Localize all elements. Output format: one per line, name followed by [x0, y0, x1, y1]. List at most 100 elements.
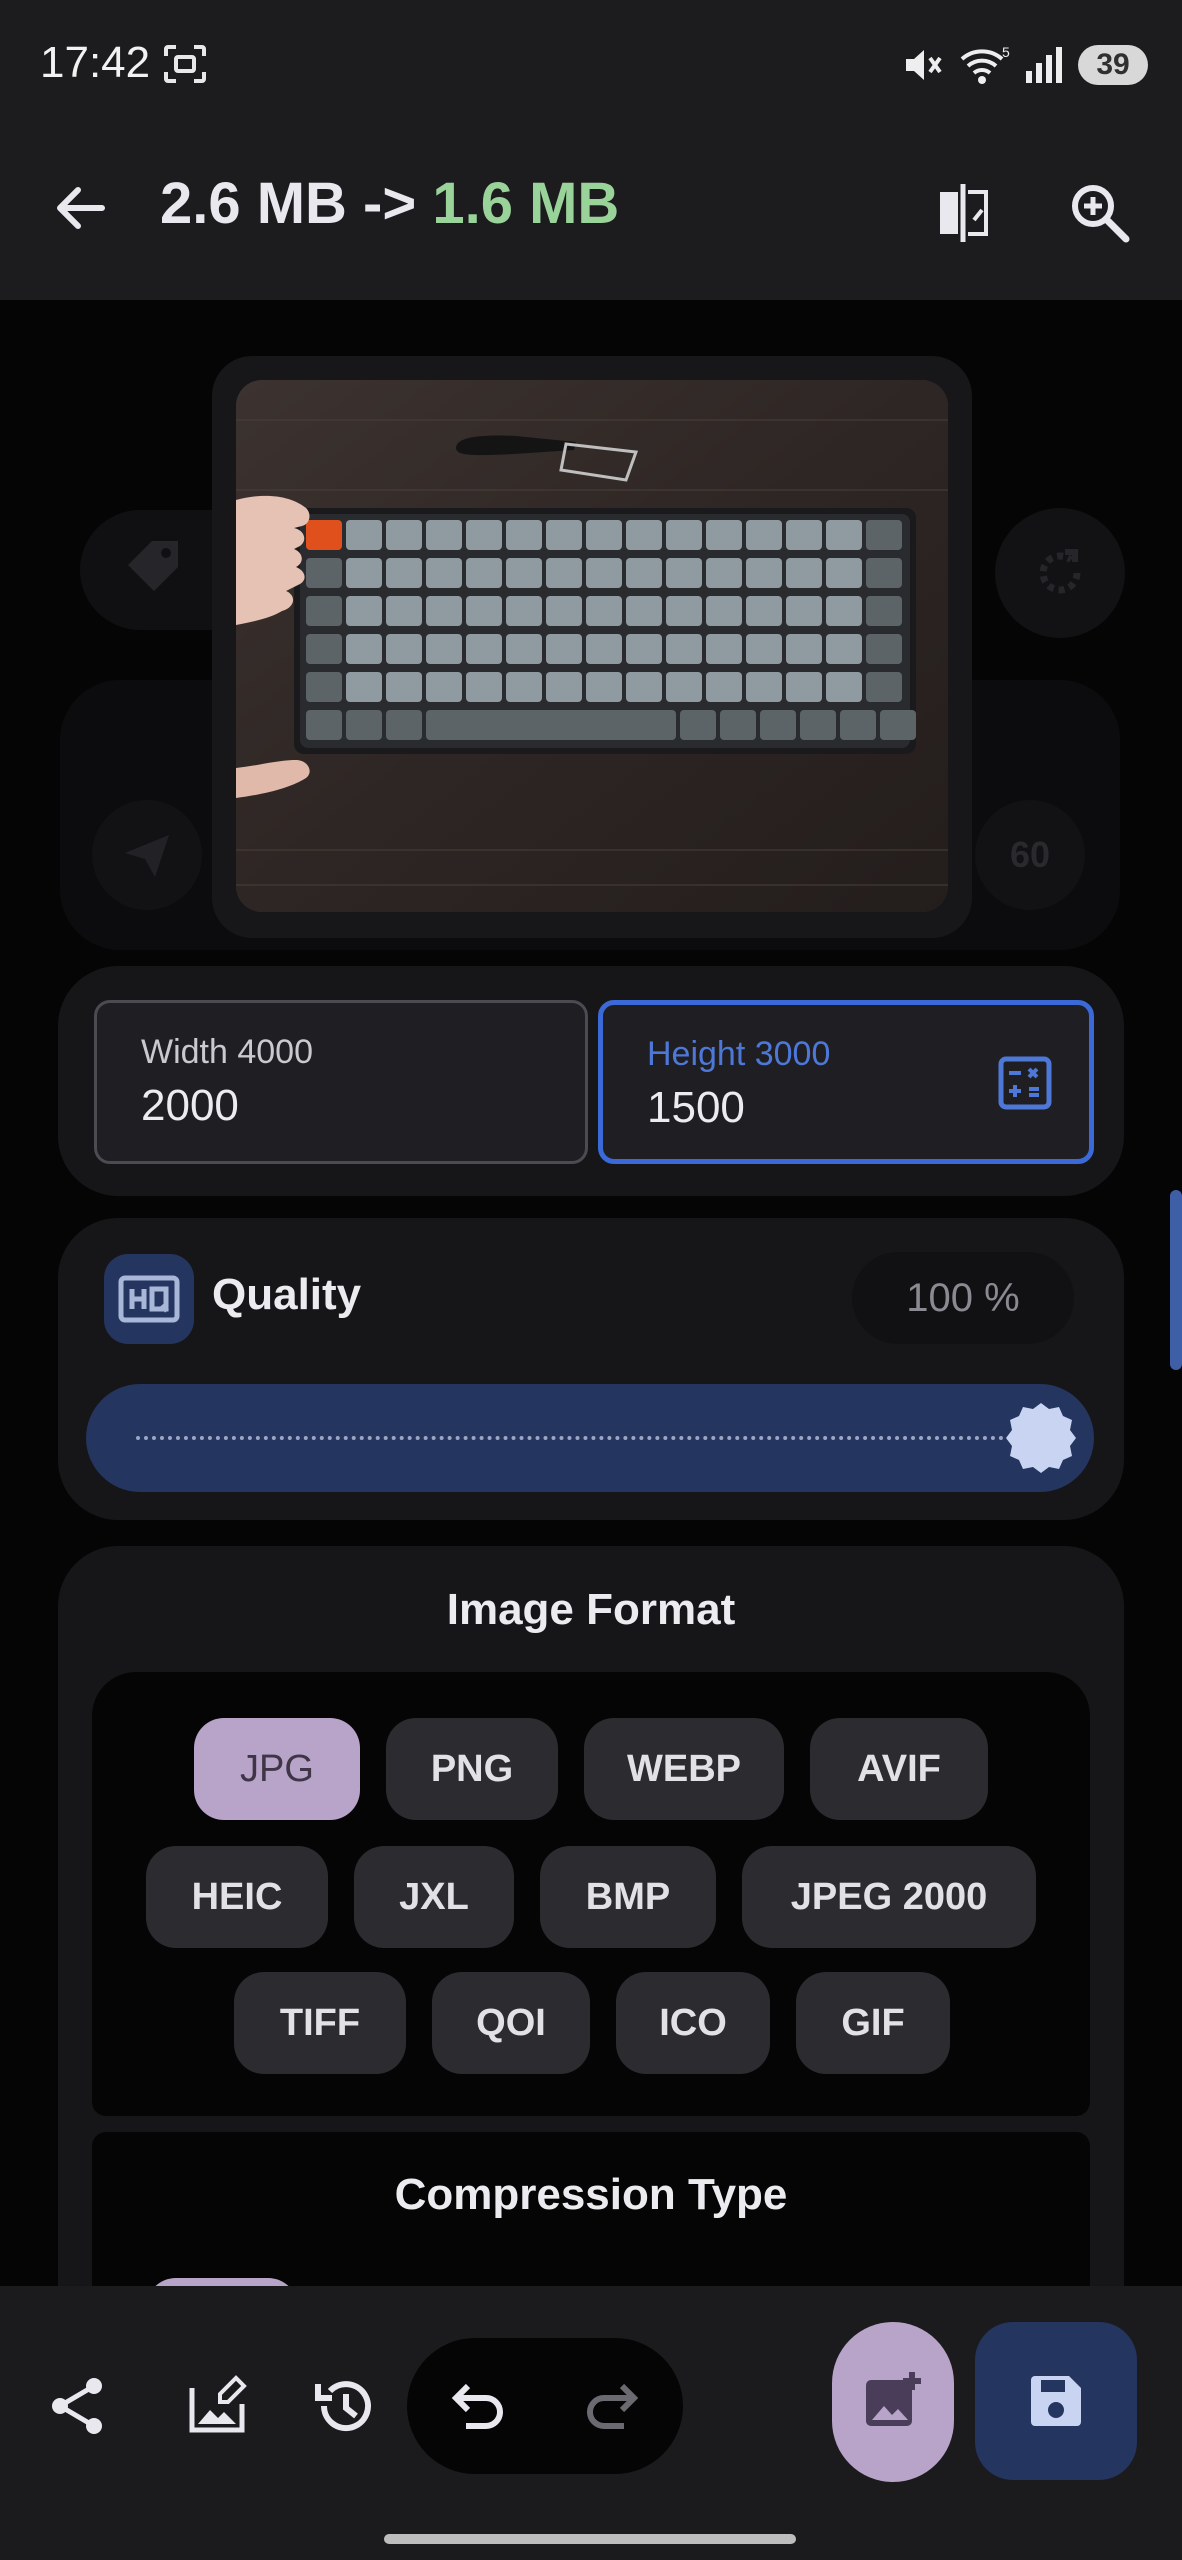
calculator-icon[interactable] — [997, 1055, 1053, 1111]
slider-thumb[interactable] — [1004, 1401, 1078, 1475]
compare-icon[interactable] — [930, 178, 1000, 248]
height-label: Height 3000 — [647, 1035, 831, 1073]
keyboard-photo — [236, 380, 948, 912]
keycap — [386, 558, 422, 588]
keycap — [506, 634, 542, 664]
keycap — [826, 520, 862, 550]
keycap — [346, 634, 382, 664]
format-chip-jxl[interactable]: JXL — [354, 1846, 514, 1948]
keycap — [426, 558, 462, 588]
keycap — [466, 558, 502, 588]
status-time: 17:42 — [40, 38, 151, 87]
width-field[interactable]: Width 4000 2000 — [94, 1000, 588, 1164]
keycap — [866, 520, 902, 550]
file-size-title: 2.6 MB -> 1.6 MB — [160, 170, 619, 237]
keycap — [626, 634, 662, 664]
image-format-title: Image Format — [446, 1585, 736, 1634]
home-indicator[interactable] — [384, 2534, 796, 2544]
format-chip-qoi[interactable]: QOI — [432, 1972, 590, 2074]
keycap — [880, 710, 916, 740]
keycap — [386, 596, 422, 626]
keycap — [746, 520, 782, 550]
keycap — [586, 558, 622, 588]
keycap — [466, 520, 502, 550]
keycap — [866, 672, 902, 702]
system-icons: 5 39 — [900, 40, 1148, 90]
keycap — [706, 672, 742, 702]
format-chip-bmp[interactable]: BMP — [540, 1846, 716, 1948]
tag-icon — [128, 541, 178, 591]
network-type-label: 5 — [1002, 44, 1010, 60]
keycap — [626, 520, 662, 550]
scroll-indicator[interactable] — [1170, 1190, 1182, 1370]
keycap — [866, 634, 902, 664]
history-icon[interactable] — [312, 2374, 376, 2438]
keycap — [426, 710, 676, 740]
keycap — [786, 558, 822, 588]
keycap — [506, 596, 542, 626]
keycap — [586, 596, 622, 626]
format-chip-tiff[interactable]: TIFF — [234, 1972, 406, 2074]
format-chip-ico[interactable]: ICO — [616, 1972, 770, 2074]
keycap — [666, 596, 702, 626]
quality-label: Quality — [212, 1270, 362, 1319]
keycap — [346, 520, 382, 550]
keycap — [426, 634, 462, 664]
zoom-in-icon[interactable] — [1065, 178, 1135, 248]
redo-icon[interactable] — [582, 2374, 646, 2438]
keycap — [720, 710, 756, 740]
keycap — [586, 520, 622, 550]
keycap — [760, 710, 796, 740]
hq-icon-badge — [104, 1254, 194, 1344]
keycap — [786, 596, 822, 626]
size-before: 2.6 MB -> — [160, 171, 417, 236]
signal-icon — [1026, 47, 1062, 83]
keycap — [786, 672, 822, 702]
keycap — [826, 634, 862, 664]
format-chip-png[interactable]: PNG — [386, 1718, 558, 1820]
keycap — [826, 596, 862, 626]
share-icon[interactable] — [46, 2374, 110, 2438]
keycap — [746, 596, 782, 626]
width-value[interactable]: 2000 — [141, 1081, 239, 1131]
keycap — [800, 710, 836, 740]
keycap — [626, 596, 662, 626]
keycap — [386, 672, 422, 702]
keycap — [786, 634, 822, 664]
width-label: Width 4000 — [141, 1033, 313, 1071]
keycap — [546, 634, 582, 664]
format-chip-jpg[interactable]: JPG — [194, 1718, 360, 1820]
keycap — [826, 672, 862, 702]
mute-icon — [906, 50, 942, 80]
format-chip-heic[interactable]: HEIC — [146, 1846, 328, 1948]
image-preview[interactable] — [236, 380, 948, 912]
keycap — [706, 634, 742, 664]
keycap — [866, 596, 902, 626]
keycap — [746, 672, 782, 702]
keycap — [386, 710, 422, 740]
format-chip-jpeg2000[interactable]: JPEG 2000 — [742, 1846, 1036, 1948]
keycap — [306, 672, 342, 702]
back-arrow-icon[interactable] — [50, 178, 110, 238]
format-chip-avif[interactable]: AVIF — [810, 1718, 988, 1820]
add-photo-icon — [866, 2372, 921, 2426]
keycap — [866, 558, 902, 588]
format-chip-gif[interactable]: GIF — [796, 1972, 950, 2074]
keycap — [306, 710, 342, 740]
rotate-icon — [1039, 549, 1081, 594]
keycap — [626, 672, 662, 702]
height-field[interactable]: Height 3000 1500 — [598, 1000, 1094, 1164]
keycap — [506, 672, 542, 702]
keycap — [666, 672, 702, 702]
keycap — [466, 672, 502, 702]
undo-icon[interactable] — [444, 2374, 508, 2438]
keycap — [546, 672, 582, 702]
ghost-rotate-button — [995, 508, 1125, 638]
height-value[interactable]: 1500 — [647, 1083, 745, 1133]
quality-value-badge[interactable]: 100 % — [852, 1252, 1074, 1344]
format-chip-webp[interactable]: WEBP — [584, 1718, 784, 1820]
screenshot-icon — [164, 45, 206, 83]
edit-image-icon[interactable] — [186, 2374, 250, 2438]
keycap — [346, 710, 382, 740]
keycap — [386, 634, 422, 664]
